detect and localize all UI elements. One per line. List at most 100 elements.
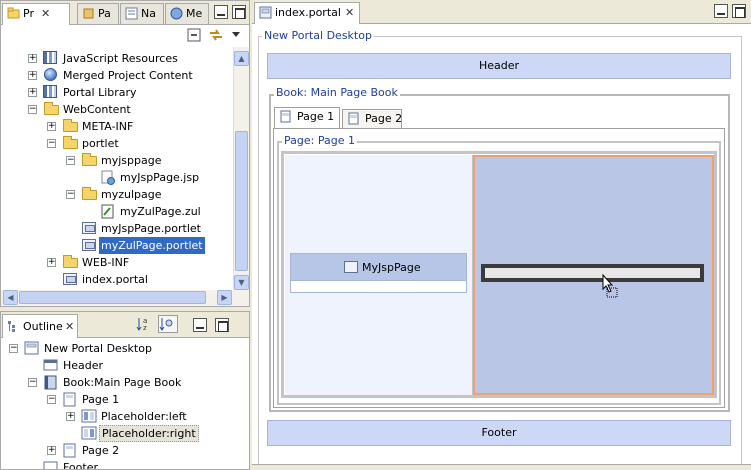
tree-item-label: META-INF (82, 120, 134, 133)
collapse-icon[interactable]: − (9, 344, 18, 353)
tree-item[interactable]: myZulPage.zul (1, 203, 233, 220)
maximize-icon[interactable] (732, 4, 746, 18)
tree-item[interactable]: + Portal Library (1, 84, 233, 101)
view-menu-icon[interactable] (230, 28, 248, 44)
expand-icon[interactable]: + (47, 258, 56, 267)
outline-item-label: Placeholder:right (99, 425, 199, 442)
editor-tabbar: index.portal ✕ (252, 0, 751, 24)
vertical-scrollbar[interactable]: ▲ ▼ (233, 47, 249, 290)
expand-icon[interactable]: + (28, 88, 37, 97)
tab-project-explorer[interactable]: Pr ✕ (2, 3, 70, 25)
collapse-icon[interactable]: − (28, 378, 37, 387)
tab-index-portal[interactable]: index.portal ✕ (254, 2, 360, 24)
collapse-icon[interactable]: − (66, 156, 75, 165)
tree-item[interactable]: − portlet (1, 135, 233, 152)
drop-insertion-bar (481, 264, 704, 282)
outline-icon (8, 321, 15, 332)
tree-item[interactable]: + Merged Project Content (1, 67, 233, 84)
page-icon (62, 443, 78, 458)
page-tab-2-label: Page 2 (365, 112, 403, 125)
scroll-right-icon[interactable]: ▶ (217, 290, 232, 305)
outline-item-selected[interactable]: Placeholder:right (1, 425, 249, 442)
collapse-icon[interactable]: − (47, 139, 56, 148)
navigator-icon (125, 7, 138, 20)
folder-open-icon (63, 136, 78, 149)
expand-icon[interactable]: + (28, 71, 37, 80)
tree-item-label: myZulPage.portlet (99, 237, 205, 254)
tree-item-label: portlet (82, 137, 119, 150)
tree-item[interactable]: index.portal (1, 271, 233, 288)
outline-item[interactable]: Header (1, 357, 249, 374)
tab-outline[interactable]: Outline ✕ (2, 314, 78, 338)
maximize-icon[interactable] (232, 5, 246, 19)
collapse-icon[interactable]: − (28, 105, 37, 114)
tree-item-label: myjsppage (101, 154, 162, 167)
collapse-icon[interactable]: − (47, 395, 56, 404)
tab-index-portal-label: index.portal (275, 6, 341, 19)
tree-item[interactable]: + JavaScript Resources (1, 50, 233, 67)
expand-icon[interactable]: + (66, 412, 75, 421)
placeholder-icon (81, 409, 97, 424)
tree-item[interactable]: + META-INF (1, 118, 233, 135)
filter-icon[interactable] (158, 315, 178, 333)
header-region[interactable]: Header (267, 53, 731, 79)
scrollbar-thumb[interactable] (235, 131, 248, 271)
close-icon[interactable]: ✕ (345, 7, 354, 19)
sort-alphabetically-icon[interactable]: az (136, 316, 154, 332)
tree-item[interactable]: − WebContent (1, 101, 233, 118)
tab-project-explorer-label: Pr (23, 7, 34, 20)
close-icon[interactable]: ✕ (41, 8, 50, 20)
tree-item[interactable]: myJspPage.portlet (1, 220, 233, 237)
portal-editor-canvas[interactable]: New Portal Desktop Header Book: Main Pag… (252, 24, 751, 470)
project-explorer-tabbar: Pr ✕ Pa Na Me (1, 1, 249, 25)
portlet-label: MyJspPage (362, 261, 421, 274)
tab-package-explorer[interactable]: Pa (77, 3, 119, 24)
page-tab-1[interactable]: Page 1 (274, 107, 340, 129)
horizontal-scrollbar[interactable]: ◀ ▶ (1, 290, 249, 306)
outline-item-label: Book:Main Page Book (63, 376, 182, 389)
tab-navigator[interactable]: Na (120, 3, 164, 24)
maximize-icon[interactable] (215, 318, 229, 332)
tree-item-label: WEB-INF (82, 256, 130, 269)
header-label: Header (478, 59, 520, 72)
tree-item[interactable]: − myjsppage (1, 152, 233, 169)
outline-item[interactable]: − New Portal Desktop (1, 340, 249, 357)
collapse-icon[interactable]: − (66, 190, 75, 199)
close-icon[interactable]: ✕ (65, 321, 74, 333)
portlet-myjsppage[interactable]: MyJspPage (290, 253, 467, 293)
tree-item[interactable]: + WEB-INF (1, 254, 233, 271)
outline-item-label: Placeholder:left (101, 410, 187, 423)
minimize-icon[interactable] (714, 4, 728, 18)
tree-item[interactable]: − myzulpage (1, 186, 233, 203)
link-with-editor-icon[interactable] (208, 28, 226, 44)
scroll-down-icon[interactable]: ▼ (234, 275, 249, 290)
folder-icon (63, 119, 78, 132)
minimize-icon[interactable] (214, 5, 228, 19)
outline-item[interactable]: − Book:Main Page Book (1, 374, 249, 391)
tab-merged-content-label: Me (186, 7, 203, 20)
outline-item[interactable]: + Page 2 (1, 442, 249, 459)
tree-item[interactable]: myJspPage.jsp (1, 169, 233, 186)
outline-item[interactable]: + Placeholder:left (1, 408, 249, 425)
scroll-left-icon[interactable]: ◀ (3, 290, 18, 305)
expand-icon[interactable]: + (28, 54, 37, 63)
portlet-file-icon (82, 239, 96, 251)
folder-open-icon (82, 153, 97, 166)
footer-region[interactable]: Footer (267, 420, 731, 446)
outline-item[interactable]: − Page 1 (1, 391, 249, 408)
tree-item-label: myzulpage (101, 188, 162, 201)
expand-icon[interactable]: + (47, 122, 56, 131)
minimize-icon[interactable] (193, 318, 207, 332)
tab-merged-content[interactable]: Me (165, 3, 209, 24)
tree-item-selected[interactable]: myZulPage.portlet (1, 237, 233, 254)
page-tab-2[interactable]: Page 2 (342, 109, 402, 129)
collapse-all-icon[interactable] (187, 28, 205, 44)
hscrollbar-thumb[interactable] (19, 291, 206, 304)
scroll-up-icon[interactable]: ▲ (234, 51, 249, 66)
folder-open-icon (44, 102, 59, 115)
globe-icon (44, 68, 57, 81)
expand-icon[interactable]: + (47, 446, 56, 455)
tree-item-label: index.portal (82, 273, 148, 286)
outline-item[interactable]: Footer (1, 459, 249, 469)
portlet-titlebar[interactable]: MyJspPage (291, 254, 466, 281)
